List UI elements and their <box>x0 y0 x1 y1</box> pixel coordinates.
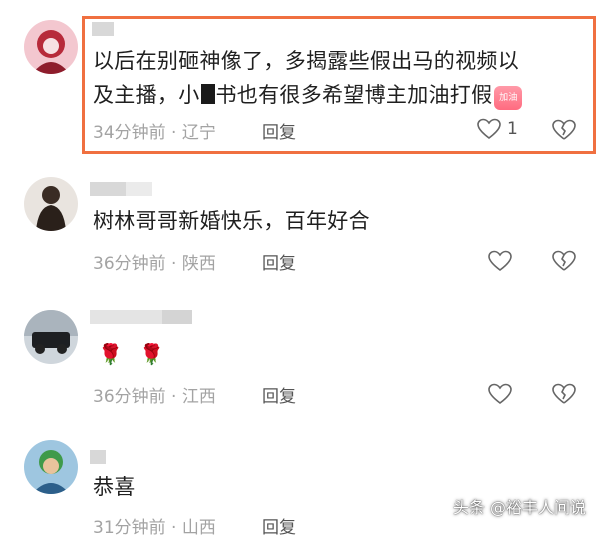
avatar[interactable] <box>24 310 78 364</box>
comment-line: 及主播，小 <box>93 83 200 107</box>
comment-text: 🌹 🌹 <box>98 337 180 371</box>
heart-icon <box>488 383 512 405</box>
username-redacted <box>90 310 192 324</box>
reply-button[interactable]: 回复 <box>262 249 296 274</box>
comment-meta: 36分钟前 · 江西 <box>93 387 216 407</box>
censor-block <box>200 84 215 104</box>
comment-text: 以后在别砸神像了，多揭露些假出马的视频以 及主播，小 书也有很多希望博主加油打假加… <box>93 44 593 112</box>
rose-emoji: 🌹 <box>98 342 124 366</box>
watermark: 头条 @裕丰人间说 <box>452 498 586 517</box>
comment-line: 书也有很多希望博主加油打假 <box>215 83 493 107</box>
avatar-image <box>24 440 78 494</box>
avatar[interactable] <box>24 20 78 74</box>
broken-heart-icon <box>552 119 576 140</box>
rose-emoji: 🌹 <box>139 342 165 366</box>
username-redacted <box>90 182 152 196</box>
like-button[interactable] <box>488 250 512 272</box>
like-button[interactable] <box>488 383 512 405</box>
comment-text: 恭喜 <box>93 475 136 499</box>
like-button[interactable]: 1 <box>477 118 518 140</box>
avatar-image <box>24 177 78 231</box>
broken-heart-icon <box>552 250 576 271</box>
username-redacted <box>92 22 114 36</box>
dislike-button[interactable] <box>552 250 576 272</box>
comment-line: 以后在别砸神像了，多揭露些假出马的视频以 <box>93 49 519 73</box>
reply-button[interactable]: 回复 <box>262 118 296 143</box>
cheer-emoji-icon: 加油 <box>494 86 523 110</box>
avatar-image <box>24 20 78 74</box>
avatar[interactable] <box>24 177 78 231</box>
dislike-button[interactable] <box>552 119 576 141</box>
like-count: 1 <box>507 119 518 139</box>
reply-button[interactable]: 回复 <box>262 382 296 407</box>
dislike-button[interactable] <box>552 383 576 405</box>
avatar-image <box>24 310 78 364</box>
avatar[interactable] <box>24 440 78 494</box>
username-redacted <box>90 450 106 464</box>
comment-meta: 34分钟前 · 辽宁 <box>93 123 216 143</box>
broken-heart-icon <box>552 383 576 404</box>
heart-icon <box>488 250 512 272</box>
comment-text: 树林哥哥新婚快乐，百年好合 <box>93 209 370 233</box>
heart-icon <box>477 118 501 140</box>
comment-meta: 36分钟前 · 陕西 <box>93 254 216 274</box>
